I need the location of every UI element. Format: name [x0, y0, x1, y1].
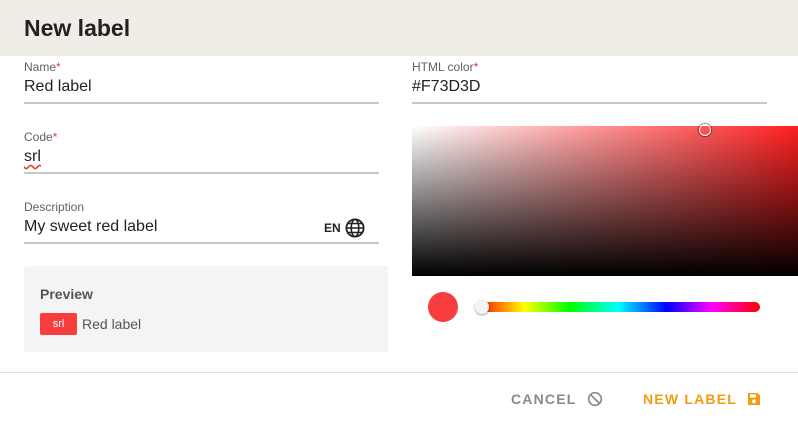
- html-color-input[interactable]: #F73D3D: [412, 78, 480, 96]
- code-input-underline: [24, 172, 379, 174]
- footer-divider: [0, 372, 798, 373]
- language-selector[interactable]: EN: [324, 218, 365, 238]
- globe-icon: [345, 218, 365, 238]
- description-field-label: Description: [24, 200, 85, 214]
- code-field[interactable]: Code* srl: [24, 130, 379, 176]
- label-chip-preview: srl: [40, 313, 77, 335]
- name-field[interactable]: Name* Red label: [24, 60, 379, 106]
- cancel-icon: [587, 391, 602, 407]
- name-input[interactable]: Red label: [24, 78, 92, 96]
- dialog-title: New label: [24, 15, 131, 41]
- name-field-label: Name*: [24, 60, 61, 74]
- preview-panel: Preview srl Red label: [24, 266, 388, 352]
- html-color-field[interactable]: HTML color* #F73D3D: [412, 60, 767, 106]
- dialog-header: New label: [0, 0, 798, 56]
- description-input-underline: [24, 242, 379, 244]
- preview-label-text: Red label: [82, 316, 142, 332]
- description-field[interactable]: Description My sweet red label EN: [24, 200, 379, 246]
- hue-slider-handle[interactable]: [475, 300, 489, 314]
- html-color-input-underline: [412, 102, 767, 104]
- cancel-button-label: CANCEL: [511, 391, 577, 407]
- preview-title: Preview: [40, 286, 93, 302]
- html-color-field-label: HTML color*: [412, 60, 479, 74]
- description-input[interactable]: My sweet red label: [24, 218, 157, 236]
- code-input[interactable]: srl: [24, 148, 41, 166]
- saturation-value-handle[interactable]: [699, 124, 711, 136]
- cancel-button[interactable]: CANCEL: [511, 384, 603, 414]
- code-field-label: Code*: [24, 130, 58, 144]
- save-icon: [748, 393, 761, 405]
- new-label-button[interactable]: NEW LABEL: [643, 384, 761, 414]
- name-input-underline: [24, 102, 379, 104]
- new-label-button-label: NEW LABEL: [643, 391, 738, 407]
- selected-color-swatch: [428, 292, 458, 322]
- hue-slider[interactable]: [476, 302, 760, 312]
- saturation-value-picker[interactable]: [412, 126, 798, 276]
- language-code: EN: [324, 221, 341, 235]
